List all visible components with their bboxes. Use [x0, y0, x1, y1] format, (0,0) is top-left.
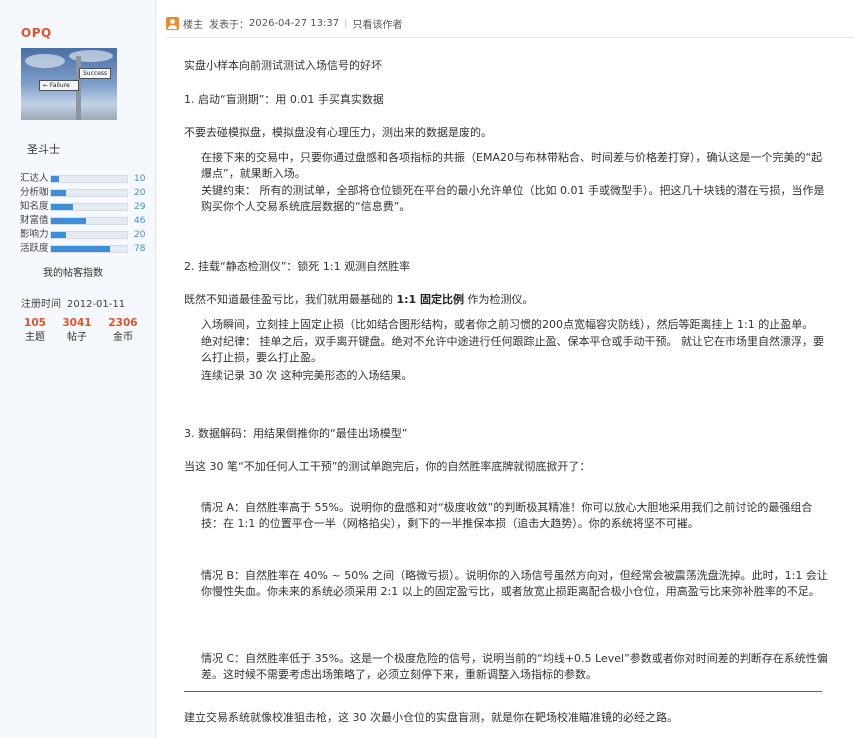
- avatar[interactable]: Success ← Failure: [21, 48, 117, 120]
- count-label: 帖子: [67, 332, 87, 343]
- posted-time: 2026-04-27 13:37: [249, 17, 340, 29]
- count-posts[interactable]: 3041 帖子: [54, 317, 100, 344]
- stat-row: 影响力 20: [20, 229, 145, 241]
- stat-value: 46: [134, 216, 146, 226]
- post-header: 楼主 发表于： 2026-04-27 13:37 | 只看该作者: [166, 15, 403, 31]
- count-topics[interactable]: 105 主题: [12, 317, 58, 344]
- stat-label: 分析咖: [20, 187, 49, 198]
- stat-value: 20: [134, 188, 146, 198]
- stat-fill: [51, 218, 86, 224]
- reg-date: 2012-01-11: [67, 299, 126, 310]
- stat-row: 分析咖 20: [20, 187, 145, 199]
- stat-fill: [51, 204, 74, 210]
- stat-bar: [50, 231, 128, 239]
- bold-text: 1:1 固定比例: [396, 293, 465, 306]
- stat-label: 活跃度: [20, 243, 49, 254]
- stat-row: 财富值 46: [20, 215, 145, 227]
- count-label: 金币: [113, 332, 133, 343]
- post-paragraph: 入场瞬间，立刻挂上固定止损（比如结合图形结构，或者你之前习惯的200点宽幅容灾防…: [201, 318, 814, 331]
- username-link[interactable]: OPQ: [21, 26, 52, 40]
- post-paragraph: 在接下来的交易中，只要你通过盘感和各项指标的共振（EMA20与布林带粘合、时间差…: [201, 151, 823, 180]
- only-author-link[interactable]: 只看该作者: [353, 16, 403, 31]
- owner-label: 楼主: [183, 19, 203, 31]
- stat-value: 78: [134, 244, 146, 254]
- stat-fill: [51, 190, 67, 196]
- user-rank: 圣斗士: [27, 143, 60, 156]
- registration-info: 注册时间 2012-01-11: [21, 295, 125, 310]
- post-paragraph: 实盘小样本向前测试测试入场信号的好坏: [184, 59, 382, 72]
- owner-icon: [166, 16, 179, 30]
- stat-fill: [51, 232, 67, 238]
- post-paragraph: 不要去碰模拟盘，模拟盘没有心理压力，测出来的数据是废的。: [184, 126, 492, 139]
- stat-bar: [50, 217, 128, 225]
- reg-label: 注册时间: [21, 299, 61, 310]
- stat-label: 影响力: [20, 229, 49, 240]
- stat-bar: [50, 189, 128, 197]
- avatar-sign-failure: ← Failure: [39, 80, 79, 91]
- stat-row: 知名度 29: [20, 201, 145, 213]
- case-paragraph: 情况 A：自然胜率高于 55%。说明你的盘感和对“极度收敛”的判断极其精准！你可…: [201, 501, 813, 530]
- content-divider: [184, 691, 822, 692]
- count-label: 主题: [25, 332, 45, 343]
- stat-row: 活跃度 78: [20, 243, 145, 255]
- count-coins[interactable]: 2306 金币: [100, 317, 146, 344]
- section-heading: 3. 数据解码：用结果倒推你的“最佳出场模型”: [184, 427, 408, 440]
- stat-label: 汇达人: [20, 173, 49, 184]
- header-separator: |: [344, 17, 348, 29]
- stat-bar: [50, 245, 128, 253]
- count-number: 2306: [108, 317, 138, 329]
- post-paragraph: 当这 30 笔“不加任何人工干预”的测试单跑完后，你的自然胜率底牌就彻底掀开了：: [184, 460, 591, 473]
- count-number: 3041: [62, 317, 92, 329]
- post-paragraph: 既然不知道最佳盈亏比，我们就用最基础的 1:1 固定比例 作为检测仪。: [184, 292, 826, 308]
- post-paragraph: 关键约束： 所有的测试单，全部将仓位锁死在平台的最小允许单位（比如 0.01 手…: [201, 184, 825, 213]
- stat-value: 29: [134, 202, 146, 212]
- stat-bar: [50, 203, 128, 211]
- header-divider: [166, 37, 854, 38]
- section-heading: 2. 挂载“静态检测仪”：锁死 1:1 观测自然胜率: [184, 260, 411, 273]
- count-number: 105: [24, 317, 46, 329]
- author-sidebar: OPQ Success ← Failure 圣斗士 汇达人 10 分析咖 20 …: [0, 0, 156, 738]
- post-content-area: 楼主 发表于： 2026-04-27 13:37 | 只看该作者 实盘小样本向前…: [156, 0, 854, 738]
- stat-fill: [51, 176, 59, 182]
- section-heading: 1. 启动“盲测期”：用 0.01 手买真实数据: [184, 93, 384, 106]
- post-paragraph: 连续记录 30 次 这种完美形态的入场结果。: [201, 369, 413, 382]
- avatar-sign-success: Success: [79, 68, 111, 79]
- post-paragraph: 建立交易系统就像校准狙击枪，这 30 次最小仓位的实盘盲测，就是你在靶场校准瞄准…: [184, 711, 678, 724]
- stat-row: 汇达人 10: [20, 173, 145, 185]
- avatar-cloud: [25, 54, 65, 68]
- text-segment: 既然不知道最佳盈亏比，我们就用最基础的: [184, 293, 397, 306]
- stat-label: 财富值: [20, 215, 49, 226]
- post-paragraph: 绝对纪律： 挂单之后，双手离开键盘。绝对不允许中途进行任何跟踪止盈、保本平仓或手…: [201, 335, 824, 364]
- text-segment: 作为检测仪。: [464, 293, 534, 306]
- stat-value: 10: [134, 174, 146, 184]
- stat-label: 知名度: [20, 201, 49, 212]
- index-title-link[interactable]: 我的帖客指数: [43, 264, 103, 279]
- posted-label: 发表于：: [209, 19, 249, 31]
- stat-value: 20: [134, 230, 146, 240]
- case-paragraph: 情况 C：自然胜率低于 35%。这是一个极度危险的信号，说明当前的“均线+0.5…: [201, 652, 828, 681]
- stat-bar: [50, 175, 128, 183]
- stat-fill: [51, 246, 111, 252]
- case-paragraph: 情况 B：自然胜率在 40% ~ 50% 之间（略微亏损）。说明你的入场信号虽然…: [201, 569, 828, 598]
